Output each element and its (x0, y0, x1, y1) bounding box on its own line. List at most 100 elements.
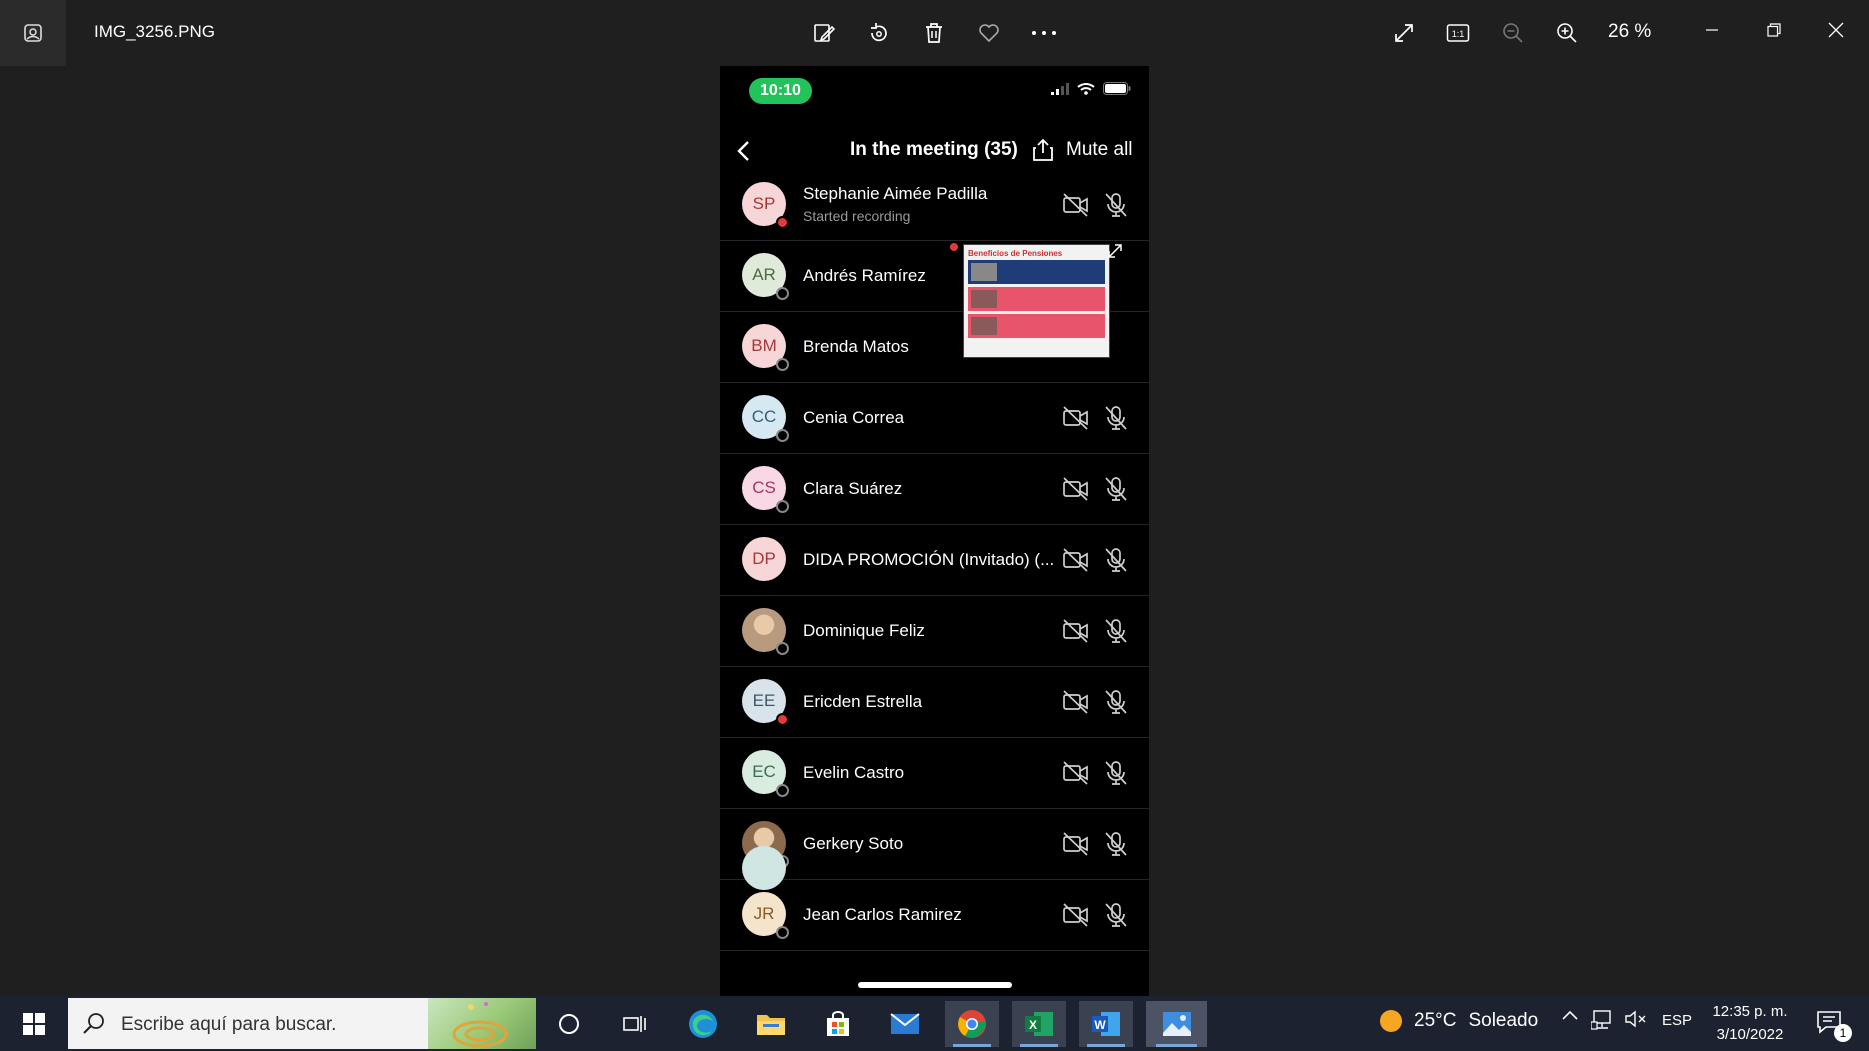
search-icon (83, 1013, 104, 1034)
weather-condition: Soleado (1468, 1010, 1539, 1031)
avatar: AR (742, 253, 789, 300)
participant-name: Andrés Ramírez (803, 266, 926, 285)
camera-off-icon[interactable] (1062, 476, 1090, 502)
avatar-initials: BM (751, 336, 777, 355)
rotate-icon[interactable] (862, 16, 896, 50)
participant-row[interactable]: EE Ericden Estrella (720, 667, 1149, 738)
participant-name: DIDA PROMOCIÓN (Invitado) (... (803, 550, 1055, 569)
camera-off-icon[interactable] (1062, 405, 1090, 431)
network-icon[interactable] (1590, 1010, 1614, 1030)
camera-off-icon[interactable] (1062, 831, 1090, 857)
shared-content-title: Beneficios de Pensiones (968, 249, 1063, 258)
delete-icon[interactable] (917, 16, 951, 50)
start-button[interactable] (12, 1004, 56, 1044)
chrome-icon[interactable] (945, 1001, 999, 1047)
share-button[interactable] (1028, 134, 1058, 166)
edit-icon[interactable] (807, 16, 841, 50)
participant-row[interactable]: CC Cenia Correa (720, 383, 1149, 454)
mic-off-icon[interactable] (1103, 475, 1129, 503)
wifi-icon (1077, 83, 1095, 95)
camera-off-icon[interactable] (1062, 192, 1090, 218)
photos-app-icon[interactable] (0, 0, 66, 66)
restore-icon[interactable] (1752, 10, 1796, 50)
participant-name: Stephanie Aimée Padilla (803, 184, 988, 203)
favorite-icon[interactable] (972, 16, 1006, 50)
presence-status-icon (776, 784, 789, 797)
mic-off-icon[interactable] (1103, 191, 1129, 219)
taskbar-search-box[interactable]: Escribe aquí para buscar. (68, 998, 536, 1049)
photos-icon[interactable] (1146, 1001, 1207, 1047)
chevron-up-icon[interactable] (1560, 1010, 1580, 1020)
zoom-level[interactable]: 26 % (1608, 21, 1651, 43)
language-indicator[interactable]: ESP (1662, 1012, 1692, 1029)
weather-widget[interactable]: 25°C Soleado (1380, 1010, 1538, 1032)
word-icon[interactable]: W (1079, 1001, 1133, 1047)
expand-icon[interactable] (1104, 240, 1126, 262)
mic-off-icon[interactable] (1103, 688, 1129, 716)
notification-center-button[interactable]: 1 (1812, 1006, 1852, 1042)
svg-text:W: W (1094, 1018, 1106, 1032)
participant-row[interactable]: JR Jean Carlos Ramirez (720, 880, 1149, 951)
avatar-initials: AR (752, 265, 776, 284)
close-icon[interactable] (1814, 10, 1858, 50)
camera-off-icon[interactable] (1062, 902, 1090, 928)
actual-size-icon[interactable]: 1:1 (1441, 16, 1475, 50)
mic-off-icon[interactable] (1103, 759, 1129, 787)
displayed-image: 10:10 In the meeting (35) Mute all SP Ste… (720, 66, 1149, 996)
search-highlight-image (428, 998, 536, 1049)
zoom-in-icon[interactable] (1550, 16, 1584, 50)
fullscreen-icon[interactable] (1387, 16, 1421, 50)
mic-off-icon[interactable] (1103, 617, 1129, 645)
mute-all-button[interactable]: Mute all (1066, 139, 1133, 161)
avatar-initials: DP (752, 549, 776, 568)
file-explorer-icon[interactable] (744, 1001, 798, 1047)
presence-status-icon (776, 287, 789, 300)
avatar: SP (742, 182, 789, 229)
avatar-initials: CS (752, 478, 776, 497)
mic-off-icon[interactable] (1103, 404, 1129, 432)
minimize-icon[interactable] (1690, 10, 1734, 50)
home-indicator (858, 982, 1012, 988)
excel-icon[interactable]: X (1012, 1001, 1066, 1047)
participant-name: Jean Carlos Ramirez (803, 905, 962, 924)
presence-status-icon (776, 216, 789, 229)
participant-row[interactable]: EC Evelin Castro (720, 738, 1149, 809)
zoom-out-icon[interactable] (1496, 16, 1530, 50)
search-placeholder: Escribe aquí para buscar. (121, 1014, 337, 1035)
participant-row[interactable]: Dominique Feliz (720, 596, 1149, 667)
battery-icon (1103, 82, 1131, 95)
taskbar-clock[interactable]: 12:35 p. m. 3/10/2022 (1708, 1000, 1792, 1046)
clock-date: 3/10/2022 (1716, 1026, 1784, 1043)
avatar-initials: EE (752, 691, 776, 710)
edge-icon[interactable] (676, 1001, 730, 1047)
camera-off-icon[interactable] (1062, 689, 1090, 715)
store-icon[interactable] (811, 1001, 865, 1047)
participant-row[interactable]: SP Stephanie Aimée Padilla Started recordi… (720, 170, 1149, 241)
mic-off-icon[interactable] (1103, 546, 1129, 574)
avatar: CS (742, 466, 789, 513)
avatar-initials: JR (753, 904, 775, 923)
mic-off-icon[interactable] (1103, 830, 1129, 858)
back-button[interactable] (726, 134, 760, 168)
avatar (742, 608, 789, 655)
shared-content-thumbnail[interactable]: Beneficios de Pensiones (963, 244, 1110, 358)
presence-status-icon (776, 429, 789, 442)
avatar: EE (742, 679, 789, 726)
volume-muted-icon[interactable] (1624, 1010, 1648, 1028)
camera-off-icon[interactable] (1062, 547, 1090, 573)
avatar-initials: CC (751, 407, 777, 426)
camera-off-icon[interactable] (1062, 760, 1090, 786)
participant-status: Started recording (803, 208, 911, 224)
file-name: IMG_3256.PNG (94, 22, 215, 41)
participant-name: Brenda Matos (803, 337, 909, 356)
windows-logo-icon (23, 1013, 45, 1035)
participant-row[interactable]: DP DIDA PROMOCIÓN (Invitado) (... (720, 525, 1149, 596)
camera-off-icon[interactable] (1062, 618, 1090, 644)
more-icon[interactable] (1027, 16, 1061, 50)
photos-titlebar: IMG_3256.PNG 1:1 26 % (0, 0, 1869, 66)
participant-row[interactable]: CS Clara Suárez (720, 454, 1149, 525)
mic-off-icon[interactable] (1103, 901, 1129, 929)
cortana-icon[interactable] (542, 1001, 596, 1047)
task-view-icon[interactable] (608, 1001, 662, 1047)
mail-icon[interactable] (878, 1001, 932, 1047)
